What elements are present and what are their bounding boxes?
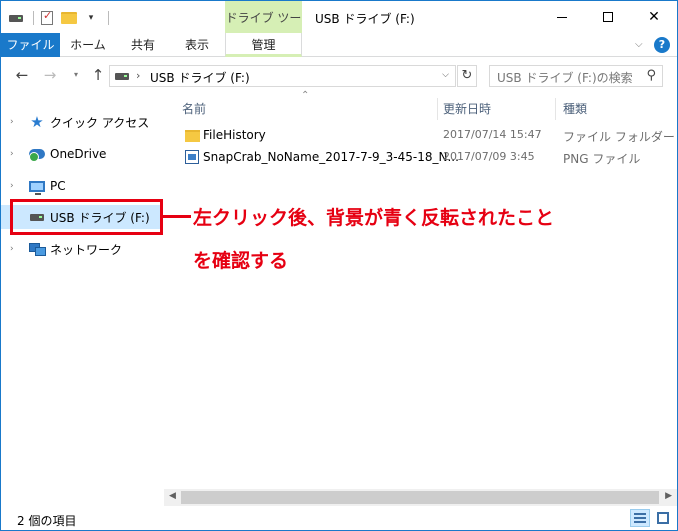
maximize-button[interactable] — [585, 1, 631, 33]
column-divider[interactable] — [437, 98, 438, 120]
ribbon-tab-bar: ファイル ホーム 共有 表示 管理 ⌵ ? — [1, 33, 677, 57]
large-icons-view-button[interactable] — [653, 509, 673, 527]
search-icon: ⚲ — [646, 68, 656, 83]
file-name: SnapCrab_NoName_2017-7-9_3-45-18_N... — [203, 150, 459, 164]
scroll-left-icon[interactable]: ◀ — [169, 491, 176, 501]
drive-icon — [115, 73, 129, 80]
navigation-bar: ← → ▾ ↑ › USB ドライブ (F:) ⌵ ↻ USB ドライブ (F:… — [1, 58, 677, 94]
nav-item-label: OneDrive — [50, 147, 107, 161]
back-arrow-icon[interactable]: ← — [13, 66, 31, 84]
close-button[interactable]: ✕ — [631, 1, 677, 33]
tab-home[interactable]: ホーム — [61, 33, 115, 57]
navigation-pane: › ★ クイック アクセス › OneDrive › PC › USB ドライブ… — [1, 94, 161, 506]
expand-ribbon-icon[interactable]: ⌵ — [635, 39, 643, 50]
nav-item-pc[interactable]: › PC — [1, 174, 161, 198]
address-dropdown-icon[interactable]: ⌵ — [442, 70, 449, 80]
table-row[interactable]: SnapCrab_NoName_2017-7-9_3-45-18_N... 20… — [165, 146, 677, 168]
pc-icon — [28, 178, 46, 195]
refresh-button[interactable]: ↻ — [457, 65, 477, 87]
title-bar: ▾ ドライブ ツール USB ドライブ (F:) ✕ — [1, 1, 677, 59]
nav-item-quick-access[interactable]: › ★ クイック アクセス — [1, 110, 161, 134]
horizontal-scrollbar[interactable]: ◀ ▶ — [164, 489, 677, 506]
column-header-type[interactable]: 種類 — [563, 98, 587, 120]
qat-divider-2 — [108, 11, 109, 25]
file-type: ファイル フォルダー — [563, 130, 675, 144]
item-count: 2 個の項目 — [17, 514, 77, 528]
nav-item-network[interactable]: › ネットワーク — [1, 237, 161, 261]
expand-chevron-icon[interactable]: › — [10, 181, 22, 191]
minimize-icon — [557, 16, 567, 18]
customize-qat-icon[interactable]: ▾ — [82, 9, 100, 27]
annotation-pointer-line — [163, 215, 191, 218]
tab-view[interactable]: 表示 — [171, 33, 223, 57]
annotation-text-line-1: 左クリック後、背景が青く反転されたこと — [193, 207, 555, 229]
status-bar: 2 個の項目 — [1, 506, 677, 530]
file-list-pane: ⌃ 名前 更新日時 種類 FileHistory 2017/07/14 15:4… — [165, 90, 677, 506]
file-date: 2017/07/09 3:45 — [443, 150, 535, 163]
search-input[interactable]: USB ドライブ (F:)の検索 ⚲ — [489, 65, 663, 87]
forward-arrow-icon[interactable]: → — [41, 66, 59, 84]
expand-chevron-icon[interactable]: › — [10, 149, 22, 159]
details-view-button[interactable] — [630, 509, 650, 527]
close-icon: ✕ — [648, 9, 660, 25]
scroll-right-icon[interactable]: ▶ — [665, 491, 672, 501]
minimize-button[interactable] — [539, 1, 585, 33]
onedrive-icon — [28, 146, 46, 162]
annotation-highlight-box — [10, 199, 163, 235]
details-view-icon — [634, 513, 646, 523]
recent-locations-icon[interactable]: ▾ — [67, 66, 85, 84]
tab-file[interactable]: ファイル — [1, 33, 60, 57]
up-arrow-icon[interactable]: ↑ — [89, 66, 107, 84]
address-path[interactable]: USB ドライブ (F:) — [150, 69, 250, 86]
window-title: USB ドライブ (F:) — [315, 12, 415, 26]
expand-chevron-icon[interactable]: › — [10, 244, 22, 254]
drive-icon[interactable] — [7, 9, 25, 27]
network-icon — [28, 241, 46, 257]
qat-divider — [33, 11, 34, 25]
nav-item-label: クイック アクセス — [50, 115, 150, 130]
quick-access-toolbar: ▾ — [7, 9, 113, 27]
tab-manage[interactable]: 管理 — [225, 33, 302, 57]
expand-chevron-icon[interactable]: › — [10, 117, 22, 127]
search-placeholder: USB ドライブ (F:)の検索 — [497, 71, 633, 85]
help-icon[interactable]: ? — [654, 37, 670, 53]
refresh-icon: ↻ — [461, 68, 473, 83]
new-folder-icon[interactable] — [60, 9, 78, 27]
nav-item-label: PC — [50, 179, 66, 193]
explorer-window: ▾ ドライブ ツール USB ドライブ (F:) ✕ ファイル ホーム 共有 表… — [0, 0, 678, 531]
large-icons-view-icon — [657, 512, 669, 524]
properties-icon[interactable] — [38, 9, 56, 27]
sort-up-icon: ⌃ — [301, 90, 310, 101]
png-file-icon — [185, 150, 199, 164]
scrollbar-thumb[interactable] — [181, 491, 659, 504]
drive-tools-context-label: ドライブ ツール — [225, 1, 302, 59]
column-divider[interactable] — [555, 98, 556, 120]
column-header-date[interactable]: 更新日時 — [443, 98, 491, 120]
file-date: 2017/07/14 15:47 — [443, 128, 542, 141]
nav-item-onedrive[interactable]: › OneDrive — [1, 142, 161, 166]
file-name: FileHistory — [203, 128, 266, 142]
nav-item-label: ネットワーク — [50, 242, 123, 257]
maximize-icon — [603, 12, 613, 22]
address-bar[interactable]: › USB ドライブ (F:) ⌵ — [109, 65, 456, 87]
folder-icon — [185, 130, 200, 142]
file-type: PNG ファイル — [563, 152, 641, 166]
star-icon: ★ — [30, 113, 44, 131]
tab-share[interactable]: 共有 — [117, 33, 169, 57]
table-row[interactable]: FileHistory 2017/07/14 15:47 ファイル フォルダー — [165, 124, 677, 146]
column-header-name[interactable]: 名前 — [182, 98, 206, 120]
breadcrumb-chevron-icon[interactable]: › — [136, 69, 140, 82]
annotation-text-line-2: を確認する — [193, 250, 289, 272]
